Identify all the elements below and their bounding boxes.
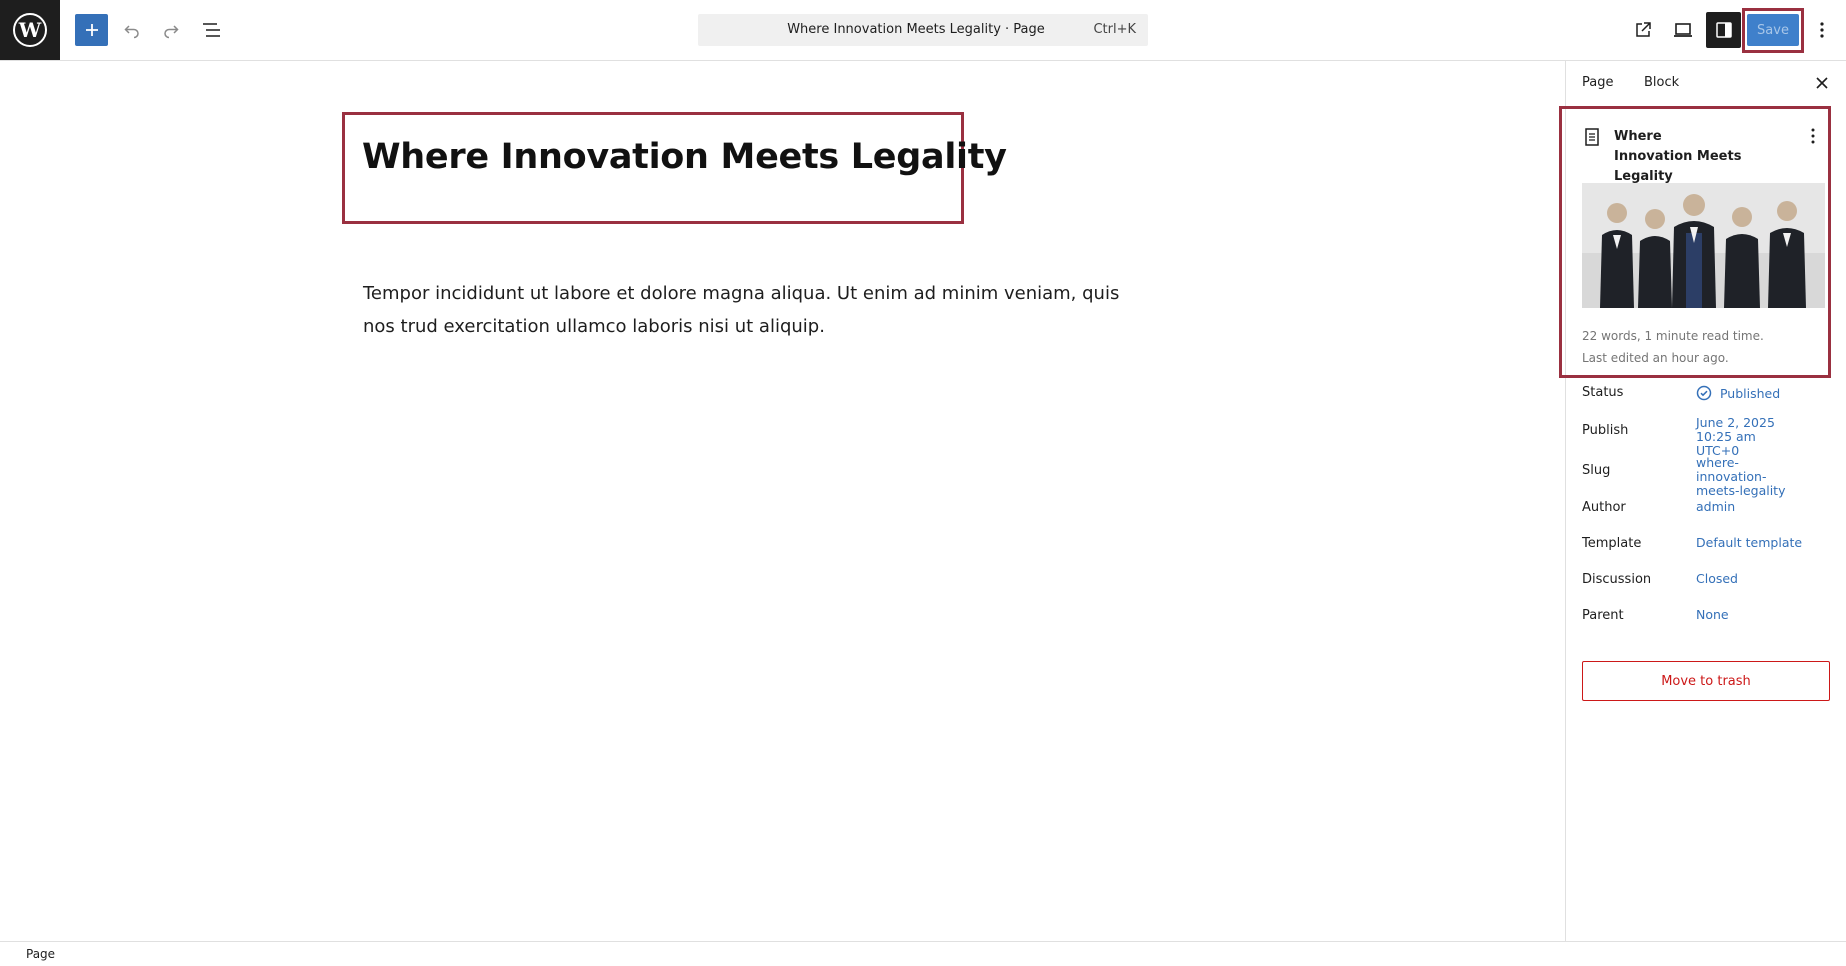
check-circle-icon bbox=[1696, 385, 1712, 401]
move-to-trash-button[interactable]: Move to trash bbox=[1582, 661, 1830, 701]
author-value[interactable]: admin bbox=[1696, 500, 1826, 514]
save-button[interactable]: Save bbox=[1747, 14, 1799, 46]
breadcrumb[interactable]: Page bbox=[26, 947, 55, 961]
view-page-button[interactable] bbox=[1625, 12, 1661, 48]
undo-button[interactable] bbox=[114, 12, 150, 48]
template-value[interactable]: Default template bbox=[1696, 536, 1826, 550]
last-edited: Last edited an hour ago. bbox=[1582, 351, 1729, 365]
redo-icon bbox=[164, 25, 179, 39]
more-vertical-icon bbox=[1811, 128, 1815, 144]
summary-title: Where Innovation Meets Legality bbox=[1614, 129, 1742, 184]
card-options-button[interactable] bbox=[1810, 127, 1816, 149]
summary-meta: 22 words, 1 minute read time. Last edite… bbox=[1582, 325, 1764, 369]
status-value[interactable]: Published bbox=[1696, 385, 1826, 401]
svg-text:W: W bbox=[18, 18, 42, 42]
keyboard-shortcut: Ctrl+K bbox=[1093, 22, 1136, 37]
undo-icon bbox=[124, 25, 139, 39]
paragraph-block[interactable]: Tempor incididunt ut labore et dolore ma… bbox=[363, 277, 1123, 343]
discussion-value[interactable]: Closed bbox=[1696, 572, 1826, 586]
status-text: Published bbox=[1719, 386, 1781, 401]
slug-value[interactable]: where-innovation-meets-legality bbox=[1696, 456, 1806, 498]
wordpress-logo-icon[interactable]: W bbox=[0, 0, 60, 60]
tab-block[interactable]: Block bbox=[1644, 75, 1679, 90]
settings-toggle-button[interactable] bbox=[1706, 12, 1741, 48]
slug-label: Slug bbox=[1582, 463, 1611, 478]
options-button[interactable] bbox=[1804, 12, 1840, 48]
close-icon bbox=[1816, 77, 1828, 89]
plus-icon bbox=[85, 24, 98, 36]
post-title[interactable]: Where Innovation Meets Legality bbox=[362, 137, 1007, 177]
more-vertical-icon bbox=[1820, 22, 1824, 38]
discussion-label: Discussion bbox=[1582, 572, 1652, 587]
tab-page[interactable]: Page bbox=[1582, 75, 1613, 90]
page-icon bbox=[1584, 128, 1600, 150]
parent-value[interactable]: None bbox=[1696, 608, 1826, 622]
status-bar: Page bbox=[0, 941, 1846, 966]
parent-label: Parent bbox=[1582, 608, 1624, 623]
laptop-icon bbox=[1674, 23, 1692, 37]
command-palette-bar[interactable]: Where Innovation Meets Legality · Page C… bbox=[698, 14, 1148, 46]
publish-label: Publish bbox=[1582, 423, 1629, 438]
sidebar-tabs: Page Block bbox=[1566, 61, 1846, 106]
document-title: Where Innovation Meets Legality · Page bbox=[787, 22, 1045, 37]
sidebar-icon bbox=[1715, 22, 1732, 38]
editor-canvas: Where Innovation Meets Legality Tempor i… bbox=[0, 61, 1565, 941]
preview-button[interactable] bbox=[1665, 12, 1701, 48]
featured-image[interactable] bbox=[1582, 183, 1825, 308]
settings-sidebar: Page Block Where Innovation Meets Legali… bbox=[1559, 61, 1846, 941]
list-view-icon bbox=[203, 23, 220, 37]
close-sidebar-button[interactable] bbox=[1813, 74, 1831, 92]
word-count: 22 words, 1 minute read time. bbox=[1582, 329, 1764, 343]
document-overview-button[interactable] bbox=[194, 12, 230, 48]
publish-date[interactable]: June 2, 2025 10:25 am UTC+0 bbox=[1696, 416, 1796, 458]
external-link-icon bbox=[1636, 22, 1651, 37]
status-label: Status bbox=[1582, 385, 1624, 400]
editor-header: W Where Innovation Meets Legality · Page… bbox=[0, 0, 1846, 61]
redo-button[interactable] bbox=[153, 12, 189, 48]
add-block-button[interactable] bbox=[75, 14, 108, 46]
author-label: Author bbox=[1582, 500, 1626, 515]
template-label: Template bbox=[1582, 536, 1642, 551]
